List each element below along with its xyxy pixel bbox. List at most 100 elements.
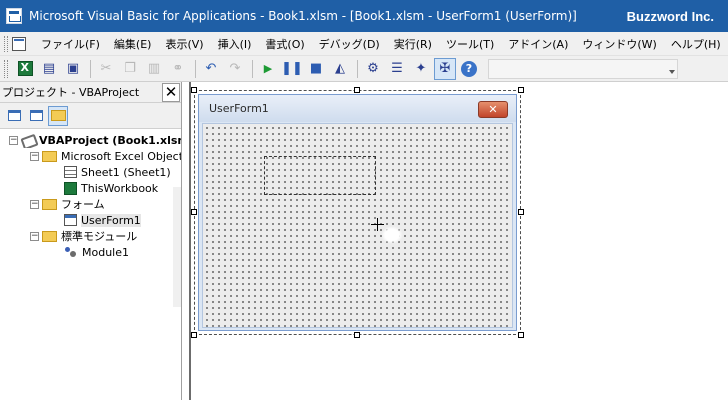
project-explorer-panel: プロジェクト - VBAProject ✕ − VBAProject (Book… [0,82,182,400]
run-button[interactable]: ▶ [257,58,279,80]
excel-icon [17,61,33,76]
collapse-icon[interactable]: − [30,231,39,241]
menu-file[interactable]: ファイル(F) [34,36,107,52]
userform-grid-area[interactable] [202,123,513,328]
toolbar-separator [357,59,358,78]
folder-icon [42,230,57,242]
view-code-icon [7,110,21,121]
break-button[interactable]: ❚❚ [281,58,303,80]
tree-label: フォーム [61,198,105,211]
copy-icon: ❐ [124,61,136,76]
view-code-button[interactable] [4,106,24,126]
paste-button[interactable]: ▥ [143,58,165,80]
menubar-grip[interactable] [4,35,8,52]
project-explorer-button[interactable]: ⚙ [362,58,384,80]
folder-icon [42,198,57,210]
tree-item-project[interactable]: − VBAProject (Book1.xlsm) [0,132,181,148]
project-panel-header: プロジェクト - VBAProject ✕ [0,82,181,103]
properties-button[interactable]: ☰ [386,58,408,80]
menu-edit[interactable]: 編集(E) [107,36,159,52]
menu-insert[interactable]: 挿入(I) [211,36,259,52]
menu-window[interactable]: ウィンドウ(W) [575,36,663,52]
toggle-folders-button[interactable] [48,105,68,126]
find-button[interactable]: ⚭ [167,58,189,80]
resize-handle[interactable] [518,332,524,338]
properties-icon: ☰ [391,61,403,76]
tree-item-userform1[interactable]: UserForm1 [0,212,181,228]
tree-label: Microsoft Excel Objects [61,149,181,163]
menu-addins[interactable]: アドイン(A) [501,36,575,52]
tree-label: Sheet1 (Sheet1) [81,165,171,179]
cursor-highlight [381,226,403,244]
project-panel-scrollbar[interactable] [173,187,181,307]
project-panel-close-button[interactable]: ✕ [162,82,180,102]
userform-window[interactable]: UserForm1 ✕ [198,94,517,331]
form-menu-icon[interactable] [12,36,26,51]
play-icon: ▶ [263,62,273,75]
resize-handle[interactable] [518,209,524,215]
paste-icon: ▥ [147,61,161,76]
toolbox-icon: ✠ [439,61,451,76]
resize-handle[interactable] [191,209,197,215]
project-tree: − VBAProject (Book1.xlsm) − Microsoft Ex… [0,129,181,260]
copy-button[interactable]: ❐ [119,58,141,80]
insert-userform-icon: ▤ [42,61,56,76]
vba-app-icon[interactable] [6,8,22,24]
save-icon: ▣ [66,61,80,76]
resize-handle[interactable] [518,87,524,93]
help-button[interactable]: ? [458,58,480,80]
menu-debug[interactable]: デバッグ(D) [312,36,387,52]
position-box[interactable] [488,58,678,79]
menu-tools[interactable]: ツール(T) [439,36,501,52]
folder-icon [42,150,57,162]
vba-project-icon [21,134,35,146]
redo-button[interactable]: ↷ [224,58,246,80]
undo-button[interactable]: ↶ [200,58,222,80]
toolbar-separator [195,59,196,78]
toolbar-separator [252,59,253,78]
userform-icon [64,214,77,226]
collapse-icon[interactable]: − [9,135,18,145]
project-panel-title: プロジェクト - VBAProject [2,86,140,99]
project-panel-toolbar [0,103,181,129]
tree-item-forms[interactable]: − フォーム [0,196,181,212]
cut-button[interactable]: ✂ [95,58,117,80]
design-mode-button[interactable]: ◭ [329,58,351,80]
object-browser-button[interactable]: ✦ [410,58,432,80]
menu-format[interactable]: 書式(O) [258,36,311,52]
toolbox-button[interactable]: ✠ [434,57,456,80]
userform-title: UserForm1 [209,102,269,115]
resize-handle[interactable] [354,332,360,338]
toolbar-separator [90,59,91,78]
tree-item-excel-objects[interactable]: − Microsoft Excel Objects [0,148,181,164]
project-explorer-icon: ⚙ [367,61,379,76]
resize-handle[interactable] [191,332,197,338]
tree-item-modules[interactable]: − 標準モジュール [0,228,181,244]
tree-item-module1[interactable]: Module1 [0,244,181,260]
toolbar-grip[interactable] [4,59,8,78]
save-button[interactable]: ▣ [62,58,84,80]
control-drag-rectangle [264,156,376,195]
menu-help[interactable]: ヘルプ(H) [664,36,728,52]
resize-handle[interactable] [191,87,197,93]
collapse-icon[interactable]: − [30,151,39,161]
tree-item-thisworkbook[interactable]: ThisWorkbook [0,180,181,196]
window-title: Microsoft Visual Basic for Applications … [29,9,577,23]
window-titlebar: Microsoft Visual Basic for Applications … [0,0,728,32]
menu-view[interactable]: 表示(V) [158,36,210,52]
redo-icon: ↷ [229,61,241,76]
view-excel-button[interactable] [14,58,36,80]
design-mode-icon: ◭ [335,61,345,76]
tree-label: 標準モジュール [61,230,138,243]
tree-label: ThisWorkbook [81,181,159,195]
collapse-icon[interactable]: − [30,199,39,209]
help-icon: ? [461,60,477,77]
userform-close-button[interactable]: ✕ [478,101,508,118]
reset-button[interactable]: ■ [305,58,327,80]
menu-run[interactable]: 実行(R) [387,36,439,52]
tree-item-sheet1[interactable]: Sheet1 (Sheet1) [0,164,181,180]
insert-userform-button[interactable]: ▤ [38,58,60,80]
resize-handle[interactable] [354,87,360,93]
userform-caption-bar[interactable]: UserForm1 ✕ [199,95,516,122]
view-object-button[interactable] [26,106,46,126]
